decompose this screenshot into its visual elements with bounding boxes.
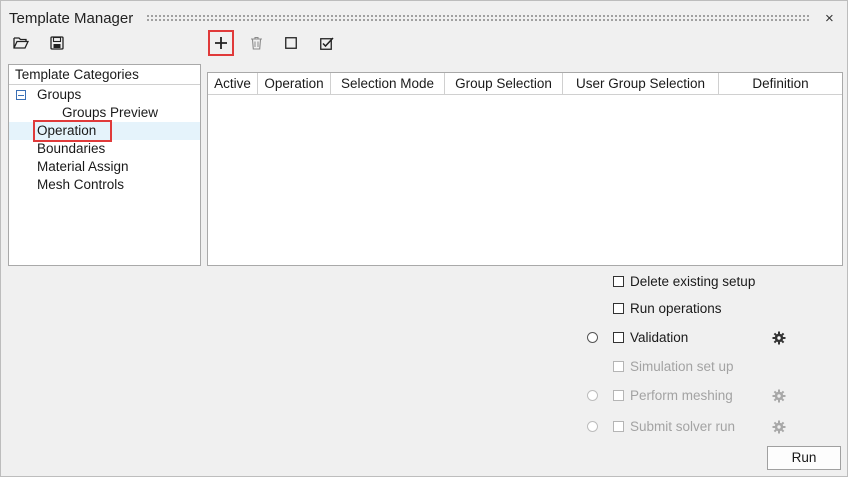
tree-item-groups[interactable]: Groups <box>9 86 200 104</box>
run-operations-label[interactable]: Run operations <box>630 301 722 316</box>
tree-item-groups-preview[interactable]: Groups Preview <box>9 104 200 122</box>
categories-header-label: Template Categories <box>15 67 139 82</box>
validation-label[interactable]: Validation <box>630 330 688 345</box>
folder-open-icon[interactable] <box>10 32 32 54</box>
tree-item-label: Groups <box>37 87 82 102</box>
tree-item-label: Boundaries <box>37 141 106 156</box>
window-title: Template Manager <box>9 10 134 27</box>
tree-item-operation[interactable]: Operation <box>9 120 200 142</box>
perform-meshing-checkbox[interactable] <box>613 390 624 401</box>
perform-meshing-label[interactable]: Perform meshing <box>630 388 733 403</box>
column-header-user-group-selection[interactable]: User Group Selection <box>563 73 719 95</box>
trash-icon[interactable] <box>245 32 267 54</box>
title-grip[interactable] <box>146 14 811 22</box>
delete-existing-setup-checkbox[interactable] <box>613 276 624 287</box>
run-button[interactable]: Run <box>767 446 841 470</box>
delete-existing-setup-label[interactable]: Delete existing setup <box>630 274 755 289</box>
perform-meshing-radio[interactable] <box>587 390 598 401</box>
submit-solver-run-label[interactable]: Submit solver run <box>630 419 735 434</box>
empty-checkbox-icon[interactable] <box>280 32 302 54</box>
run-operations-checkbox[interactable] <box>613 303 624 314</box>
column-header-selection-mode[interactable]: Selection Mode <box>331 73 445 95</box>
tree-item-mesh-controls[interactable]: Mesh Controls <box>9 176 200 194</box>
tree-item-material-assign[interactable]: Material Assign <box>9 158 200 176</box>
tree-item-label: Operation <box>32 120 113 142</box>
column-header-group-selection[interactable]: Group Selection <box>445 73 563 95</box>
plus-icon[interactable] <box>208 30 234 56</box>
column-header-definition[interactable]: Definition <box>719 73 842 95</box>
validation-radio[interactable] <box>587 332 598 343</box>
checked-checkbox-icon[interactable] <box>316 32 338 54</box>
column-header-active[interactable]: Active <box>208 73 258 95</box>
submit-solver-run-gear-icon[interactable] <box>772 420 786 434</box>
validation-checkbox[interactable] <box>613 332 624 343</box>
simulation-setup-label[interactable]: Simulation set up <box>630 359 734 374</box>
tree-item-boundaries[interactable]: Boundaries <box>9 140 200 158</box>
template-manager-window: Template Manager × Template Categories G… <box>0 0 848 477</box>
simulation-setup-checkbox[interactable] <box>613 361 624 372</box>
operations-table: Active Operation Selection Mode Group Se… <box>207 72 843 266</box>
categories-header: Template Categories <box>9 65 200 85</box>
tree-item-label: Groups Preview <box>62 105 159 120</box>
column-header-operation[interactable]: Operation <box>258 73 331 95</box>
collapse-icon[interactable] <box>16 90 26 100</box>
save-icon[interactable] <box>46 32 68 54</box>
submit-solver-run-radio[interactable] <box>587 421 598 432</box>
validation-gear-icon[interactable] <box>772 331 786 345</box>
template-categories-panel: Template Categories Groups Groups Previe… <box>8 64 201 266</box>
tree-item-label: Mesh Controls <box>37 177 125 192</box>
close-icon[interactable]: × <box>825 10 834 27</box>
tree-item-label: Material Assign <box>37 159 129 174</box>
perform-meshing-gear-icon[interactable] <box>772 389 786 403</box>
submit-solver-run-checkbox[interactable] <box>613 421 624 432</box>
